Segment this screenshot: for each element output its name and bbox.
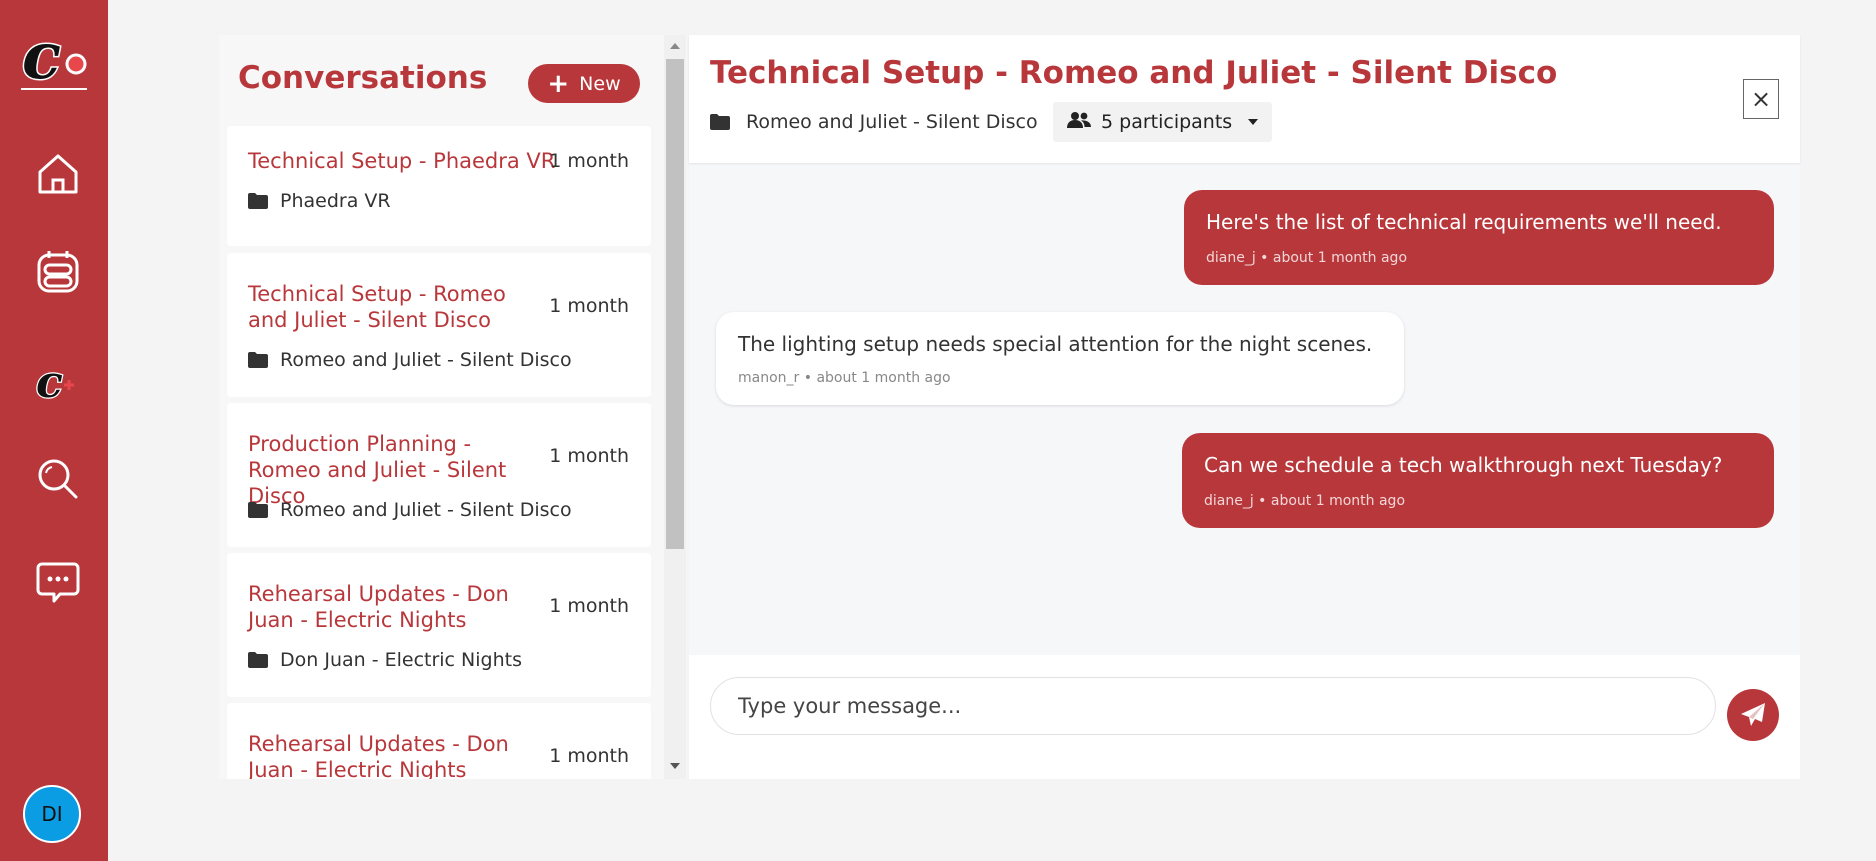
message-bubble-incoming: The lighting setup needs special attenti… (716, 312, 1404, 405)
send-button[interactable] (1727, 689, 1779, 741)
message-meta: diane_j • about 1 month ago (1204, 493, 1406, 509)
conversation-item[interactable]: Rehearsal Updates - Don Juan - Electric … (227, 703, 651, 779)
conversations-scrollbar[interactable] (664, 35, 686, 779)
conversation-title: Rehearsal Updates - Don Juan - Electric … (248, 582, 509, 632)
folder-icon (710, 114, 730, 130)
message-input[interactable] (710, 677, 1716, 735)
conversation-project: Romeo and Juliet - Silent Disco (248, 349, 572, 371)
message-bubble-outgoing: Here's the list of technical requirement… (1184, 190, 1774, 285)
conversation-project: Don Juan - Electric Nights (248, 649, 522, 671)
conversation-title: Technical Setup - Phaedra VR (248, 149, 556, 173)
message-meta: diane_j • about 1 month ago (1206, 250, 1408, 266)
conversation-title: Production Planning - Romeo and Juliet -… (248, 432, 507, 508)
new-conversation-button[interactable]: + New (528, 64, 640, 103)
participants-dropdown[interactable]: 5 participants (1053, 102, 1273, 142)
participants-label: 5 participants (1101, 111, 1233, 133)
message-meta: manon_r • about 1 month ago (738, 370, 951, 386)
scrollbar-thumb[interactable] (666, 59, 684, 549)
close-button[interactable]: × (1743, 79, 1779, 119)
conversations-title: Conversations (238, 60, 488, 96)
conversation-age: 1 month (549, 445, 629, 467)
message-bubble-outgoing: Can we schedule a tech walkthrough next … (1182, 433, 1774, 528)
calendar-icon[interactable] (34, 248, 82, 296)
conversation-project: Romeo and Juliet - Silent Disco (248, 499, 572, 521)
conversation-project: Phaedra VR (248, 190, 391, 212)
search-icon[interactable] (34, 455, 82, 503)
conversation-item[interactable]: Technical Setup - Phaedra VR 1 month Pha… (227, 126, 651, 246)
chat-icon[interactable] (34, 558, 82, 606)
folder-icon (248, 193, 268, 209)
chat-title: Technical Setup - Romeo and Juliet - Sil… (710, 55, 1558, 91)
logo-divider (21, 88, 87, 90)
chat-header: Technical Setup - Romeo and Juliet - Sil… (689, 35, 1800, 163)
sidebar: c c DI (0, 0, 108, 861)
user-avatar[interactable]: DI (23, 785, 81, 843)
message-composer (689, 655, 1800, 779)
folder-icon (248, 652, 268, 668)
conversation-age: 1 month (549, 595, 629, 617)
chat-project-name: Romeo and Juliet - Silent Disco (746, 111, 1038, 133)
conversation-item[interactable]: Production Planning - Romeo and Juliet -… (227, 403, 651, 547)
send-icon (1741, 703, 1765, 726)
chat-project: Romeo and Juliet - Silent Disco (710, 111, 1038, 133)
scroll-up-arrow-icon[interactable] (670, 43, 680, 49)
project-name: Don Juan - Electric Nights (280, 649, 522, 671)
home-icon[interactable] (34, 150, 82, 198)
message-text: Can we schedule a tech walkthrough next … (1204, 453, 1723, 477)
project-name: Phaedra VR (280, 190, 391, 212)
chevron-down-icon (1248, 119, 1259, 125)
scroll-down-arrow-icon[interactable] (670, 763, 680, 769)
svg-text:c: c (22, 19, 61, 88)
svg-text:c: c (36, 357, 63, 403)
chat-panel: Technical Setup - Romeo and Juliet - Sil… (689, 35, 1800, 779)
logo-add-icon[interactable]: c (34, 355, 82, 409)
conversation-title: Technical Setup - Romeo and Juliet - Sil… (248, 282, 506, 332)
conversation-age: 1 month (549, 295, 629, 317)
message-text: The lighting setup needs special attenti… (738, 332, 1373, 356)
conversation-age: 1 month (549, 150, 629, 172)
conversations-panel: Conversations + New Technical Setup - Ph… (219, 35, 687, 779)
app-logo[interactable]: c (20, 16, 88, 96)
avatar-initials: DI (41, 802, 63, 826)
conversation-title: Rehearsal Updates - Don Juan - Electric … (248, 732, 509, 779)
project-name: Romeo and Juliet - Silent Disco (280, 349, 572, 371)
folder-icon (248, 502, 268, 518)
conversation-item[interactable]: Rehearsal Updates - Don Juan - Electric … (227, 553, 651, 697)
new-button-label: New (579, 72, 621, 95)
message-text: Here's the list of technical requirement… (1206, 210, 1722, 234)
conversation-item[interactable]: Technical Setup - Romeo and Juliet - Sil… (227, 253, 651, 397)
project-name: Romeo and Juliet - Silent Disco (280, 499, 572, 521)
folder-icon (248, 352, 268, 368)
plus-icon: + (547, 68, 570, 99)
conversation-age: 1 month (549, 745, 629, 767)
users-icon (1067, 111, 1091, 134)
